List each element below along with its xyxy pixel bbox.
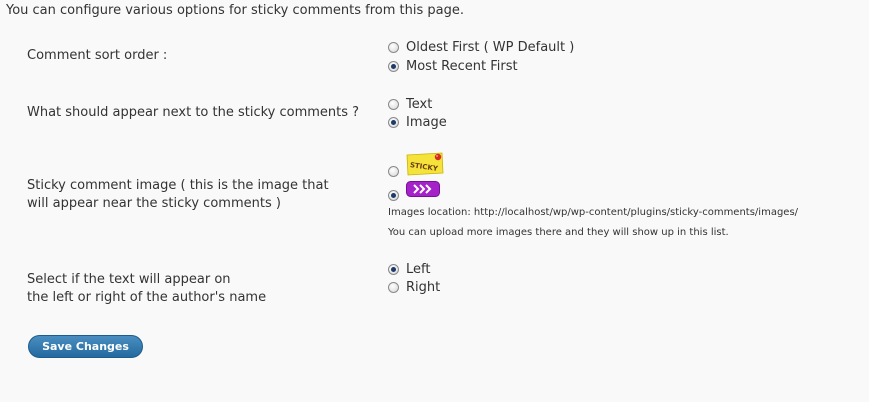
- radio-sticky-note-image-button[interactable]: [388, 165, 399, 177]
- sticky-image-label-line1: Sticky comment image ( this is the image…: [27, 178, 329, 193]
- sticky-image-label-line2: will appear near the sticky comments ): [27, 196, 281, 211]
- save-changes-button[interactable]: Save Changes: [28, 335, 143, 358]
- radio-right-label: Right: [406, 279, 441, 295]
- position-label: Select if the text will appear on the le…: [27, 271, 266, 307]
- radio-most-recent-first[interactable]: Most Recent First: [388, 57, 518, 75]
- images-location-text: Images location: http://localhost/wp/wp-…: [388, 207, 799, 218]
- radio-most-recent-first-label: Most Recent First: [406, 58, 518, 74]
- intro-text: You can configure various options for st…: [6, 3, 464, 18]
- radio-sticky-note-image[interactable]: [388, 162, 399, 180]
- radio-text-button[interactable]: [388, 98, 399, 110]
- radio-arrow-image[interactable]: [388, 186, 399, 204]
- sticky-note-image: STICKY: [406, 152, 444, 176]
- position-label-line1: Select if the text will appear on: [27, 272, 231, 287]
- radio-image-label: Image: [406, 114, 447, 130]
- radio-oldest-first-label: Oldest First ( WP Default ): [406, 39, 575, 55]
- radio-image-button[interactable]: [388, 116, 399, 128]
- radio-text-label: Text: [406, 96, 433, 112]
- radio-text[interactable]: Text: [388, 95, 432, 113]
- radio-left-label: Left: [406, 261, 431, 277]
- radio-arrow-image-button[interactable]: [388, 189, 399, 201]
- radio-right-button[interactable]: [388, 281, 399, 293]
- radio-image[interactable]: Image: [388, 113, 447, 131]
- upload-note-text: You can upload more images there and the…: [388, 227, 729, 238]
- radio-oldest-first-button[interactable]: [388, 41, 399, 53]
- position-label-line2: the left or right of the author's name: [27, 290, 267, 305]
- radio-right[interactable]: Right: [388, 278, 440, 296]
- radio-left[interactable]: Left: [388, 260, 430, 278]
- sticky-image-label: Sticky comment image ( this is the image…: [27, 177, 329, 213]
- sort-order-label: Comment sort order :: [27, 48, 168, 63]
- radio-left-button[interactable]: [388, 263, 399, 275]
- radio-most-recent-first-button[interactable]: [388, 60, 399, 72]
- radio-oldest-first[interactable]: Oldest First ( WP Default ): [388, 38, 574, 56]
- appear-next-label: What should appear next to the sticky co…: [27, 105, 360, 120]
- arrows-image: [406, 181, 440, 197]
